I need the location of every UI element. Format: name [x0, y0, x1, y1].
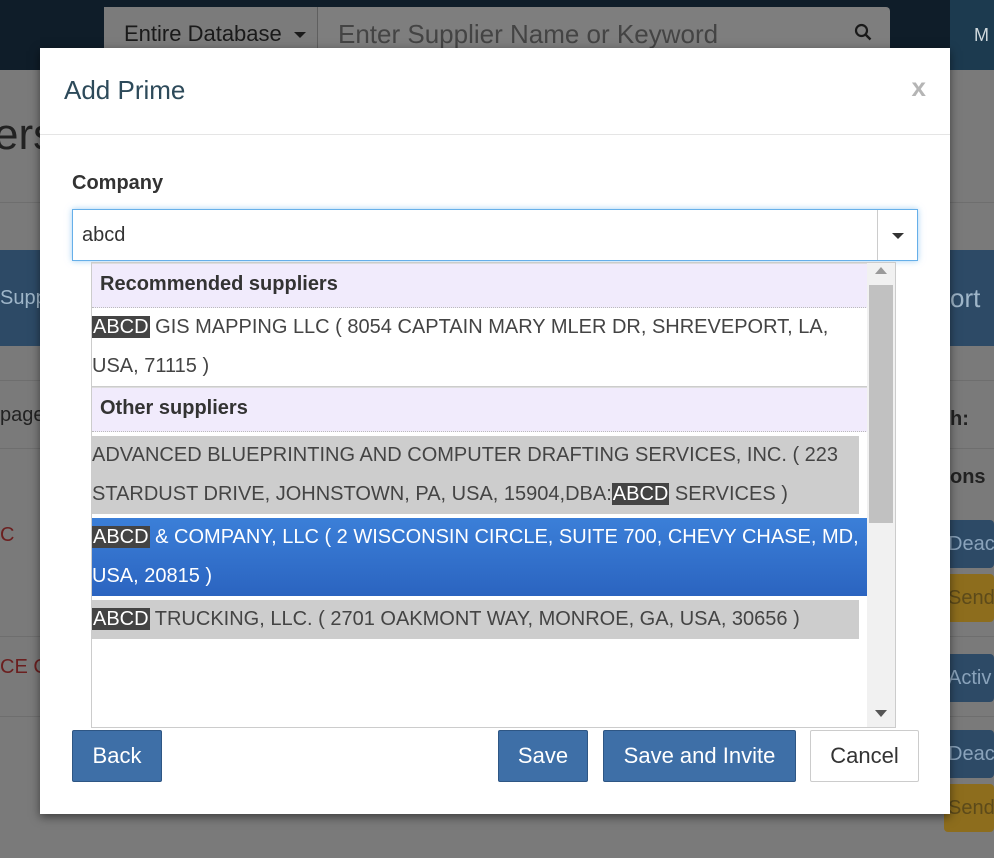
table-cell-fragment: C [0, 524, 15, 546]
match-highlight: ABCD [92, 316, 150, 338]
chevron-down-icon [892, 233, 904, 239]
save-and-invite-button[interactable]: Save and Invite [603, 730, 796, 782]
search-icon [854, 23, 872, 41]
table-cell-fragment: CE C [0, 656, 40, 678]
top-right-nav-item: M [950, 0, 994, 70]
tab-band-left: Supp [0, 250, 47, 346]
scroll-up-icon[interactable] [875, 267, 887, 274]
match-highlight: ABCD [92, 526, 150, 548]
search-scope-label: Entire Database [124, 21, 282, 46]
back-button[interactable]: Back [72, 730, 162, 782]
cancel-button[interactable]: Cancel [810, 730, 919, 782]
table-search-label: h: [950, 408, 969, 430]
modal-title: Add Prime [64, 75, 186, 105]
save-button[interactable]: Save [498, 730, 588, 782]
close-button[interactable]: x [912, 72, 926, 103]
group-header-recommended: Recommended suppliers [92, 263, 868, 308]
company-input[interactable] [73, 210, 879, 260]
actions-column-header: ons [950, 466, 986, 488]
option-text: TRUCKING, LLC. ( 2701 OAKMONT WAY, MONRO… [149, 608, 800, 630]
modal-header: Add Prime x [40, 48, 950, 135]
deactivate-button: Deact [944, 520, 994, 568]
company-dropdown-toggle[interactable] [877, 210, 917, 260]
option-text: & COMPANY, LLC ( 2 WISCONSIN CIRCLE, SUI… [92, 526, 859, 587]
table-header-fragment: page [0, 404, 40, 426]
list-item[interactable]: ABCD GIS MAPPING LLC ( 8054 CAPTAIN MARY… [92, 308, 868, 387]
send-button: Send [944, 784, 994, 832]
list-item[interactable]: ABCD TRUCKING, LLC. ( 2701 OAKMONT WAY, … [92, 600, 859, 639]
activate-button: Activ [944, 654, 994, 702]
scroll-down-icon[interactable] [875, 710, 887, 717]
dropdown-scrollbar[interactable] [867, 263, 895, 727]
suggestions-list: Recommended suppliers ABCD GIS MAPPING L… [92, 263, 868, 639]
company-label: Company [72, 172, 164, 194]
list-item[interactable]: ADVANCED BLUEPRINTING AND COMPUTER DRAFT… [92, 436, 859, 514]
company-combobox [72, 209, 918, 261]
scrollbar-thumb[interactable] [869, 285, 893, 523]
group-header-other: Other suppliers [92, 387, 868, 432]
match-highlight: ABCD [611, 483, 670, 505]
match-highlight: ABCD [92, 608, 150, 630]
chevron-down-icon [293, 32, 306, 39]
supplier-suggestions-dropdown: Recommended suppliers ABCD GIS MAPPING L… [91, 262, 896, 728]
option-text: GIS MAPPING LLC ( 8054 CAPTAIN MARY MLER… [92, 316, 829, 377]
send-button: Send [944, 574, 994, 622]
deactivate-button: Deact [944, 730, 994, 778]
tab-band-right: ort [950, 250, 994, 346]
add-prime-modal: Add Prime x Company Recommended supplier… [40, 48, 950, 814]
option-text: SERVICES ) [669, 483, 788, 505]
list-item-selected[interactable]: ABCD & COMPANY, LLC ( 2 WISCONSIN CIRCLE… [92, 518, 868, 596]
